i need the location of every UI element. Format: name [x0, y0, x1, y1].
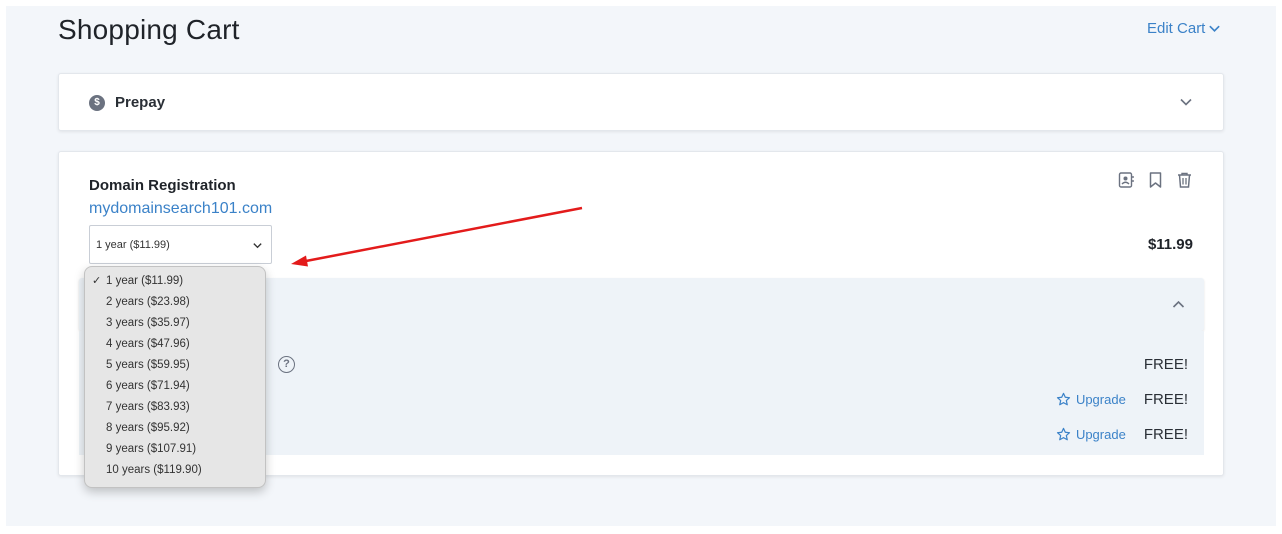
term-option[interactable]: 2 years ($23.98) — [85, 292, 265, 313]
term-option[interactable]: 9 years ($107.91) — [85, 439, 265, 460]
term-select-value: 1 year ($11.99) — [96, 239, 170, 251]
addon-price: FREE! — [1143, 356, 1188, 373]
domain-price: $11.99 — [1147, 236, 1193, 253]
dollar-coin-icon: $ — [89, 95, 105, 111]
domain-registration-title: Domain Registration — [89, 177, 236, 194]
upgrade-link[interactable]: Upgrade — [1056, 427, 1126, 442]
term-option[interactable]: 3 years ($35.97) — [85, 313, 265, 334]
page-title: Shopping Cart — [58, 14, 240, 45]
addon-row: Upgrade FREE! — [1056, 391, 1188, 408]
term-option[interactable]: 7 years ($83.93) — [85, 397, 265, 418]
check-icon: ✓ — [92, 275, 102, 287]
addon-price: FREE! — [1143, 426, 1188, 443]
term-option[interactable]: 10 years ($119.90) — [85, 460, 265, 481]
star-icon — [1056, 392, 1071, 406]
term-option[interactable]: 4 years ($47.96) — [85, 334, 265, 355]
chevron-down-icon — [253, 243, 262, 249]
upgrade-label: Upgrade — [1075, 392, 1126, 407]
upgrade-label: Upgrade — [1075, 427, 1126, 442]
chevron-down-icon — [1209, 25, 1221, 33]
domain-name-link[interactable]: mydomainsearch101.com — [89, 200, 272, 218]
help-icon[interactable]: ? — [278, 356, 295, 373]
addon-row: FREE! — [1144, 356, 1188, 373]
addon-row: Upgrade FREE! — [1056, 426, 1188, 443]
edit-cart-button[interactable]: Edit Cart — [1147, 20, 1221, 37]
term-select[interactable]: 1 year ($11.99) — [89, 225, 272, 264]
bookmark-icon[interactable] — [1147, 171, 1164, 189]
chevron-up-icon[interactable] — [1171, 297, 1186, 312]
contact-card-icon[interactable] — [1118, 171, 1135, 189]
edit-cart-label: Edit Cart — [1147, 20, 1206, 37]
star-icon — [1056, 427, 1071, 441]
term-option[interactable]: ✓ 1 year ($11.99) — [85, 271, 265, 292]
term-option[interactable]: 5 years ($59.95) — [85, 355, 265, 376]
term-option[interactable]: 8 years ($95.92) — [85, 418, 265, 439]
card-actions — [1118, 171, 1193, 189]
trash-icon[interactable] — [1176, 171, 1193, 189]
chevron-down-icon[interactable] — [1179, 95, 1193, 109]
prepay-section[interactable]: $ Prepay — [58, 73, 1224, 131]
prepay-label: Prepay — [115, 94, 166, 111]
upgrade-link[interactable]: Upgrade — [1056, 392, 1126, 407]
term-dropdown-menu: ✓ 1 year ($11.99) 2 years ($23.98) 3 year… — [84, 266, 266, 488]
term-option[interactable]: 6 years ($71.94) — [85, 376, 265, 397]
addon-price: FREE! — [1143, 391, 1188, 408]
